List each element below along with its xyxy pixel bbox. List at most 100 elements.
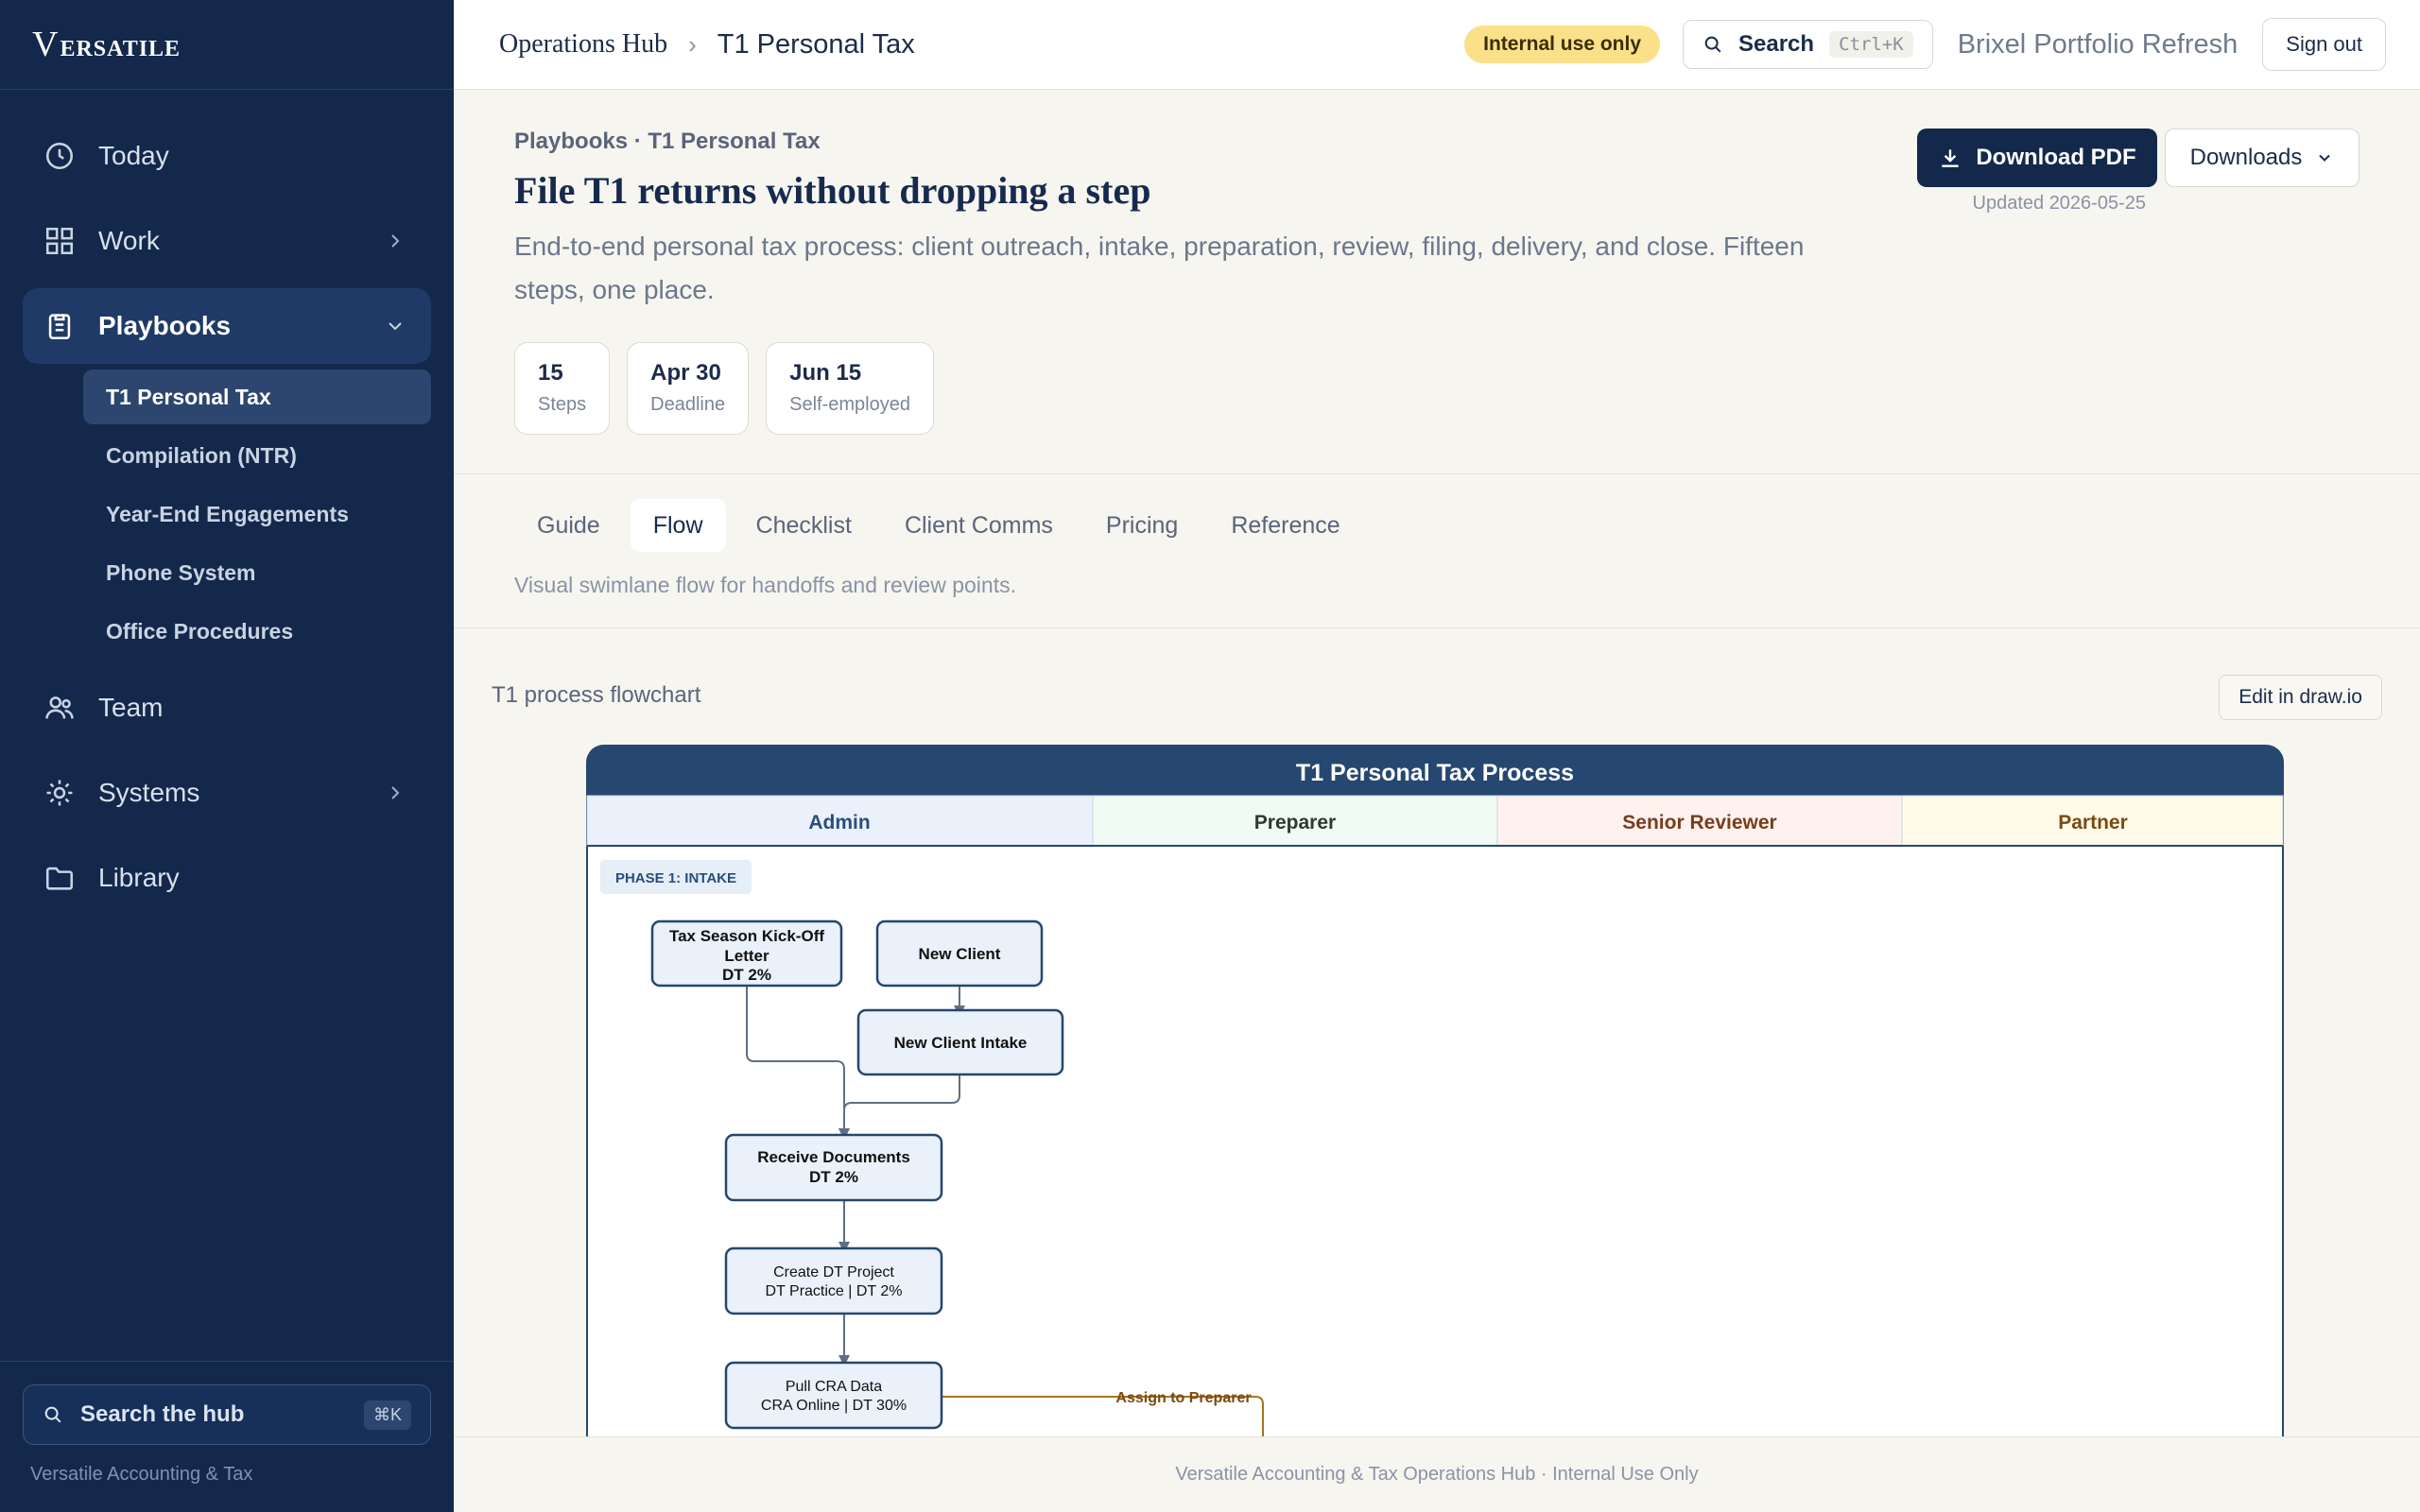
node-text: Create DT Project: [773, 1264, 894, 1280]
node-new-client[interactable]: New Client: [875, 919, 1044, 988]
stat-value: Jun 15: [789, 360, 862, 386]
subnav-item-office-procedures[interactable]: Office Procedures: [83, 604, 431, 659]
stat-label: Steps: [538, 394, 587, 415]
gear-icon: [46, 780, 73, 806]
diagram-frame: [586, 745, 2284, 1436]
search-icon: [1704, 36, 1721, 53]
playbook-tabs: Guide Flow Checklist Client Comms Pricin…: [454, 474, 2420, 628]
chevron-down-icon: [389, 322, 402, 331]
flowchart-heading: T1 process flowchart: [492, 682, 701, 708]
stat-label: Self-employed: [789, 394, 910, 415]
node-text: Letter: [724, 947, 769, 965]
edge-label-assign-to-preparer: Assign to Preparer: [1115, 1390, 1251, 1406]
search-label: Search: [1738, 31, 1815, 57]
diagram-title: T1 Personal Tax Process: [1296, 760, 1574, 786]
org-name: Versatile Accounting & Tax: [30, 1464, 253, 1485]
brand-area: VERSATILE: [0, 0, 454, 90]
nav-item-team[interactable]: Team: [23, 670, 431, 746]
playbook-header: Playbooks · T1 Personal Tax File T1 retu…: [454, 91, 2420, 474]
grid-icon: [45, 227, 74, 255]
search-icon: [44, 1406, 61, 1423]
flowchart-section: T1 process flowchart Edit in draw.io T1 …: [454, 629, 2420, 1436]
nav-item-work[interactable]: Work: [23, 203, 431, 279]
node-text: New Client Intake: [894, 1034, 1028, 1052]
node-kickoff-letter[interactable]: Tax Season Kick-Off Letter DT 2%: [650, 919, 843, 988]
stat-card-deadline: Apr 30 Deadline: [627, 342, 750, 435]
tab-caption: Visual swimlane flow for handoffs and re…: [514, 573, 1016, 597]
download-pdf-button[interactable]: Download PDF: [1917, 129, 2157, 187]
top-bar-actions: Internal use only Search Ctrl+K Brixel P…: [1464, 18, 2386, 71]
lane-label-partner: Partner: [2058, 812, 2128, 833]
node-new-client-intake[interactable]: New Client Intake: [856, 1008, 1064, 1076]
page-footer: Versatile Accounting & Tax Operations Hu…: [454, 1436, 2420, 1512]
subnav-item-phone-system[interactable]: Phone System: [83, 545, 431, 600]
page-title: File T1 returns without dropping a step: [514, 169, 1151, 212]
node-text: DT 2%: [809, 1168, 858, 1186]
tab-guide[interactable]: Guide: [514, 499, 623, 552]
nav-label: Playbooks: [98, 311, 232, 340]
lane-label-senior-reviewer: Senior Reviewer: [1622, 812, 1776, 833]
nav-item-systems[interactable]: Systems: [23, 755, 431, 831]
hub-search-button[interactable]: Search the hub ⌘K: [23, 1384, 431, 1445]
chevron-right-icon: [391, 234, 400, 248]
updated-date: Updated 2026-05-25: [1972, 193, 2146, 214]
stat-label: Deadline: [650, 394, 726, 415]
nav-item-library[interactable]: Library: [23, 840, 431, 916]
nav-item-playbooks[interactable]: Playbooks: [23, 288, 431, 364]
sign-out-button[interactable]: Sign out: [2262, 18, 2386, 71]
top-bar: Operations Hub › T1 Personal Tax Interna…: [454, 0, 2420, 90]
nav-label: Today: [98, 141, 169, 170]
sidebar-footer: Search the hub ⌘K Versatile Accounting &…: [0, 1361, 454, 1512]
tab-reference[interactable]: Reference: [1208, 499, 1362, 552]
project-name[interactable]: Brixel Portfolio Refresh: [1958, 29, 2238, 60]
downloads-dropdown[interactable]: Downloads: [2165, 129, 2360, 187]
tab-checklist[interactable]: Checklist: [734, 499, 874, 552]
hero-breadcrumb[interactable]: Playbooks · T1 Personal Tax: [514, 129, 821, 155]
playbooks-subnav: T1 Personal Tax Compilation (NTR) Year-E…: [83, 369, 431, 659]
internal-use-badge: Internal use only: [1464, 26, 1660, 63]
nav-label: Work: [98, 226, 160, 255]
node-text: CRA Online | DT 30%: [761, 1398, 907, 1414]
node-text: Pull CRA Data: [786, 1379, 882, 1395]
subnav-item-year-end[interactable]: Year-End Engagements: [83, 487, 431, 541]
brand-logo[interactable]: VERSATILE: [32, 24, 181, 65]
users-icon: [45, 696, 74, 719]
node-pull-cra-data[interactable]: Pull CRA Data CRA Online | DT 30%: [724, 1361, 943, 1430]
node-text: DT 2%: [722, 966, 771, 984]
main-nav: Today Work Playbooks T1 Personal Tax Com…: [0, 90, 454, 916]
tab-client-comms[interactable]: Client Comms: [882, 499, 1076, 552]
tab-flow[interactable]: Flow: [630, 499, 726, 552]
lane-label-admin: Admin: [808, 812, 870, 833]
page-description: End-to-end personal tax process: client …: [514, 232, 1805, 304]
node-create-dt-project[interactable]: Create DT Project DT Practice | DT 2%: [724, 1246, 943, 1315]
breadcrumb-separator: ›: [688, 29, 697, 59]
stat-value: Apr 30: [650, 360, 721, 386]
nav-label: Systems: [98, 778, 200, 807]
stat-cards: 15 Steps Apr 30 Deadline Jun 15 Self-emp…: [514, 342, 951, 435]
node-receive-documents[interactable]: Receive Documents DT 2%: [724, 1133, 943, 1202]
nav-item-today[interactable]: Today: [23, 118, 431, 194]
subnav-item-t1-personal-tax[interactable]: T1 Personal Tax: [83, 369, 431, 424]
edit-in-drawio-button[interactable]: Edit in draw.io: [2219, 675, 2382, 720]
flowchart-diagram[interactable]: T1 Personal Tax Process Admin Preparer S…: [586, 745, 2284, 1436]
chevron-right-icon: [391, 786, 400, 799]
stat-value: 15: [538, 360, 563, 386]
nav-label: Team: [98, 693, 164, 722]
stat-card-self-employed: Jun 15 Self-employed: [766, 342, 934, 435]
subnav-item-compilation[interactable]: Compilation (NTR): [83, 428, 431, 483]
node-text: Receive Documents: [757, 1148, 910, 1166]
sidebar: VERSATILE Today Work Playbooks T1 Person…: [0, 0, 454, 1512]
node-text: New Client: [919, 945, 1001, 963]
breadcrumb-hub[interactable]: Operations Hub: [499, 29, 667, 60]
chevron-down-icon: [2319, 154, 2331, 162]
tab-pricing[interactable]: Pricing: [1083, 499, 1201, 552]
lane-label-preparer: Preparer: [1254, 812, 1336, 833]
hub-search-shortcut: ⌘K: [363, 1400, 411, 1430]
hub-search-label: Search the hub: [80, 1401, 245, 1427]
node-text: Tax Season Kick-Off: [669, 927, 824, 945]
node-text: DT Practice | DT 2%: [766, 1283, 903, 1299]
stat-card-steps: 15 Steps: [514, 342, 611, 435]
search-button[interactable]: Search Ctrl+K: [1683, 20, 1933, 69]
breadcrumb-current-page: T1 Personal Tax: [717, 28, 915, 60]
download-icon: [1942, 149, 1959, 167]
